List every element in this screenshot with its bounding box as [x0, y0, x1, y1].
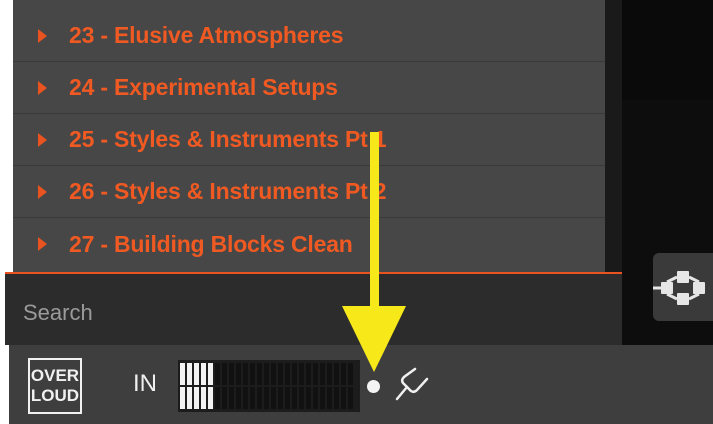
input-label: IN	[133, 370, 157, 397]
meter-segment	[201, 387, 206, 409]
meter-channel-left	[180, 363, 358, 385]
meter-segment	[250, 363, 255, 385]
meter-segment	[271, 387, 276, 409]
meter-segment	[348, 387, 353, 409]
input-level-meter	[178, 360, 360, 412]
meter-segment	[229, 387, 234, 409]
meter-segment	[257, 363, 262, 385]
preset-folder-23[interactable]: 23 - Elusive Atmospheres	[13, 10, 605, 62]
meter-segment	[264, 387, 269, 409]
meter-segment	[292, 363, 297, 385]
meter-segment	[285, 363, 290, 385]
meter-segment	[187, 387, 192, 409]
meter-segment	[194, 387, 199, 409]
meter-segment	[306, 387, 311, 409]
overloud-logo[interactable]: OVER LOUD	[28, 358, 82, 414]
search-box	[5, 274, 622, 345]
meter-segment	[222, 387, 227, 409]
plugin-window: 23 - Elusive Atmospheres 24 - Experiment…	[0, 0, 713, 424]
meter-segment	[208, 363, 213, 385]
preset-folder-label: 27 - Building Blocks Clean	[69, 230, 353, 257]
meter-segment	[236, 387, 241, 409]
caret-right-icon	[38, 28, 47, 43]
meter-segment	[215, 387, 220, 409]
window-edge	[0, 345, 9, 424]
caret-right-icon	[38, 132, 47, 147]
logo-line-1: OVER	[30, 366, 80, 385]
meter-segment	[278, 363, 283, 385]
caret-right-icon	[38, 184, 47, 199]
search-input[interactable]	[21, 294, 585, 332]
meter-segment	[313, 363, 318, 385]
meter-segment	[327, 387, 332, 409]
meter-segment	[194, 363, 199, 385]
preset-folder-25[interactable]: 25 - Styles & Instruments Pt 1	[13, 114, 605, 166]
preset-folder-label: 23 - Elusive Atmospheres	[69, 22, 344, 48]
preset-folder-26[interactable]: 26 - Styles & Instruments Pt 2	[13, 166, 605, 218]
meter-segment	[180, 387, 185, 409]
meter-segment	[243, 387, 248, 409]
yellow-arrow-annotation	[342, 132, 406, 372]
meter-channel-right	[180, 387, 358, 409]
meter-segment	[243, 363, 248, 385]
meter-segment	[292, 387, 297, 409]
meter-segment	[215, 363, 220, 385]
preset-folder-label: 24 - Experimental Setups	[69, 74, 338, 100]
preset-folder-24[interactable]: 24 - Experimental Setups	[13, 62, 605, 114]
meter-segment	[320, 363, 325, 385]
meter-segment	[278, 387, 283, 409]
main-view-top	[622, 0, 713, 100]
meter-segment	[187, 363, 192, 385]
meter-segment	[285, 387, 290, 409]
meter-segment	[208, 387, 213, 409]
logo-line-2: LOUD	[30, 386, 80, 405]
meter-segment	[341, 387, 346, 409]
meter-segment	[180, 363, 185, 385]
preset-list-scroll-track[interactable]	[605, 0, 622, 272]
meter-segment	[334, 387, 339, 409]
meter-segment	[327, 363, 332, 385]
meter-segment	[299, 363, 304, 385]
preset-folder-27[interactable]: 27 - Building Blocks Clean	[13, 218, 605, 270]
caret-right-icon	[38, 237, 47, 251]
meter-segment	[257, 387, 262, 409]
meter-segment	[201, 363, 206, 385]
routing-button[interactable]	[653, 253, 713, 321]
routing-icon	[653, 271, 705, 305]
preset-list: 23 - Elusive Atmospheres 24 - Experiment…	[13, 0, 605, 272]
status-dot-icon[interactable]	[367, 380, 380, 393]
meter-segment	[250, 387, 255, 409]
meter-segment	[313, 387, 318, 409]
meter-segment	[229, 363, 234, 385]
meter-segment	[236, 363, 241, 385]
meter-segment	[222, 363, 227, 385]
meter-segment	[271, 363, 276, 385]
caret-right-icon	[38, 80, 47, 95]
meter-segment	[306, 363, 311, 385]
meter-segment	[320, 387, 325, 409]
meter-segment	[264, 363, 269, 385]
meter-segment	[299, 387, 304, 409]
